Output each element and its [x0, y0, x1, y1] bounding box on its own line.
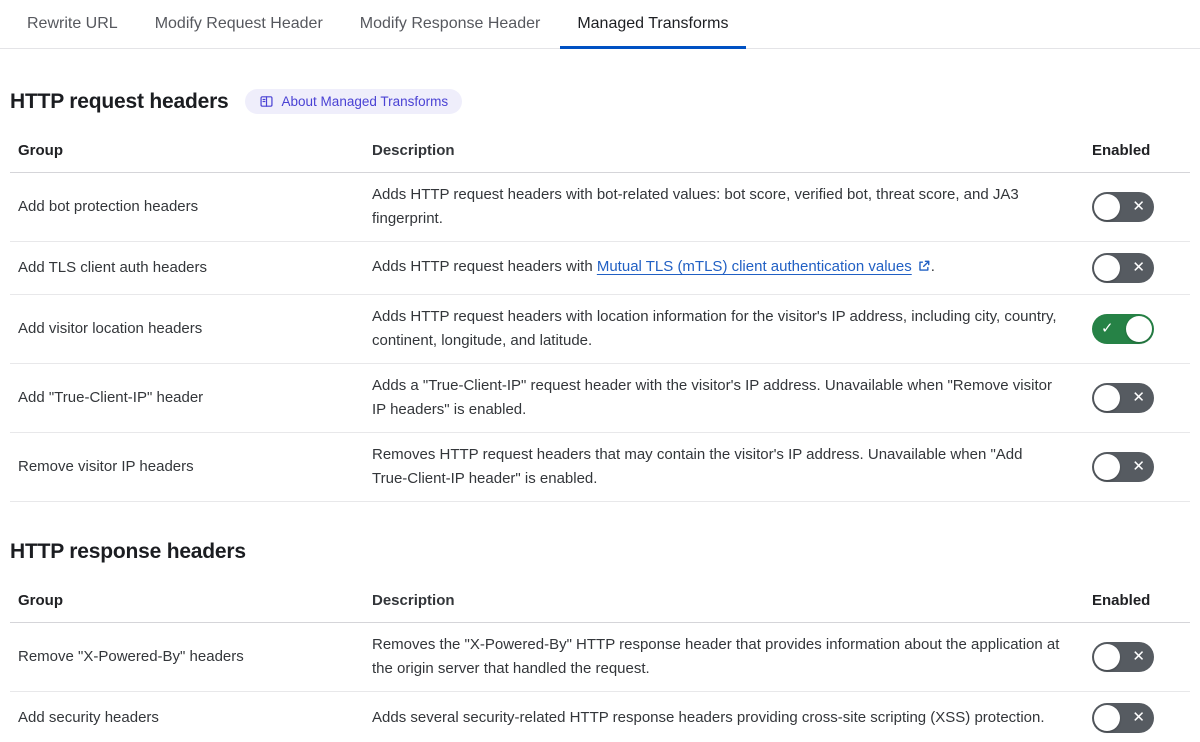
tab-modify-request-header[interactable]: Modify Request Header: [138, 0, 340, 49]
table-row: Add security headers Adds several securit…: [10, 692, 1190, 742]
group-label: Remove visitor IP headers: [18, 458, 194, 475]
toggle-knob: [1094, 194, 1120, 220]
column-header-enabled: Enabled: [1092, 142, 1151, 159]
tab-modify-response-header[interactable]: Modify Response Header: [343, 0, 558, 49]
group-label: Add visitor location headers: [18, 320, 203, 337]
book-icon: [259, 94, 274, 109]
description-text: Adds HTTP request headers with location …: [372, 308, 1057, 349]
enabled-toggle[interactable]: ✕: [1092, 383, 1154, 413]
about-managed-transforms-badge[interactable]: About Managed Transforms: [244, 89, 463, 114]
enabled-toggle[interactable]: ✕: [1092, 452, 1154, 482]
x-icon: ✕: [1132, 389, 1145, 406]
enabled-toggle[interactable]: ✕: [1092, 192, 1154, 222]
check-icon: ✓: [1101, 320, 1114, 337]
x-icon: ✕: [1132, 198, 1145, 215]
x-icon: ✕: [1132, 709, 1145, 726]
description-text: Adds HTTP request headers with bot-relat…: [372, 186, 1019, 227]
request-headers-heading-row: HTTP request headers About Managed Trans…: [10, 89, 1190, 114]
group-label: Remove "X-Powered-By" headers: [18, 648, 244, 665]
tab-bar: Rewrite URL Modify Request Header Modify R…: [0, 0, 1200, 49]
enabled-cell: ✕: [1090, 642, 1190, 672]
toggle-knob: [1094, 705, 1120, 731]
x-icon: ✕: [1132, 458, 1145, 475]
enabled-toggle[interactable]: ✕: [1092, 703, 1154, 733]
description-text: Adds a "True-Client-IP" request header w…: [372, 377, 1052, 418]
toggle-knob: [1126, 316, 1152, 342]
table-row: Add bot protection headers Adds HTTP requ…: [10, 173, 1190, 242]
table-row: Remove visitor IP headers Removes HTTP re…: [10, 433, 1190, 502]
enabled-cell: ✕: [1090, 703, 1190, 733]
column-header-enabled: Enabled: [1092, 592, 1151, 609]
table-row: Add TLS client auth headers Adds HTTP req…: [10, 242, 1190, 295]
group-label: Add bot protection headers: [18, 198, 199, 215]
external-link-icon: [917, 257, 931, 281]
description-text: Adds HTTP request headers with Mutual TL…: [372, 255, 1060, 281]
enabled-toggle[interactable]: ✓: [1092, 314, 1154, 344]
section-title-response-headers: HTTP response headers: [10, 540, 246, 563]
mtls-docs-link[interactable]: Mutual TLS (mTLS) client authentication …: [597, 258, 912, 275]
badge-label: About Managed Transforms: [281, 94, 449, 109]
response-table-header: Group Description Enabled: [10, 580, 1190, 623]
request-table-body: Add bot protection headers Adds HTTP requ…: [10, 173, 1190, 502]
enabled-cell: ✕: [1090, 253, 1190, 283]
enabled-cell: ✕: [1090, 192, 1190, 222]
table-row: Add visitor location headers Adds HTTP re…: [10, 295, 1190, 364]
enabled-toggle[interactable]: ✕: [1092, 642, 1154, 672]
column-header-group: Group: [18, 592, 63, 609]
tab-managed-transforms[interactable]: Managed Transforms: [560, 0, 746, 49]
column-header-description: Description: [372, 592, 455, 609]
description-text: Adds several security-related HTTP respo…: [372, 709, 1045, 726]
group-label: Add "True-Client-IP" header: [18, 389, 204, 406]
response-table-body: Remove "X-Powered-By" headers Removes the…: [10, 623, 1190, 742]
x-icon: ✕: [1132, 259, 1145, 276]
enabled-cell: ✕: [1090, 452, 1190, 482]
toggle-knob: [1094, 644, 1120, 670]
x-icon: ✕: [1132, 648, 1145, 665]
group-label: Add TLS client auth headers: [18, 259, 208, 276]
response-headers-heading-row: HTTP response headers: [10, 540, 1190, 564]
enabled-toggle[interactable]: ✕: [1092, 253, 1154, 283]
section-title-request-headers: HTTP request headers: [10, 89, 229, 113]
table-row: Remove "X-Powered-By" headers Removes the…: [10, 623, 1190, 692]
description-text: Removes HTTP request headers that may co…: [372, 446, 1023, 487]
column-header-description: Description: [372, 142, 455, 159]
table-row: Add "True-Client-IP" header Adds a "True-…: [10, 364, 1190, 433]
toggle-knob: [1094, 255, 1120, 281]
column-header-group: Group: [18, 142, 63, 159]
enabled-cell: ✕: [1090, 383, 1190, 413]
toggle-knob: [1094, 454, 1120, 480]
toggle-knob: [1094, 385, 1120, 411]
enabled-cell: ✓: [1090, 314, 1190, 344]
description-text: Removes the "X-Powered-By" HTTP response…: [372, 636, 1060, 677]
managed-transforms-panel: HTTP request headers About Managed Trans…: [0, 89, 1200, 742]
tab-rewrite-url[interactable]: Rewrite URL: [10, 0, 135, 49]
group-label: Add security headers: [18, 709, 159, 726]
request-table-header: Group Description Enabled: [10, 130, 1190, 173]
